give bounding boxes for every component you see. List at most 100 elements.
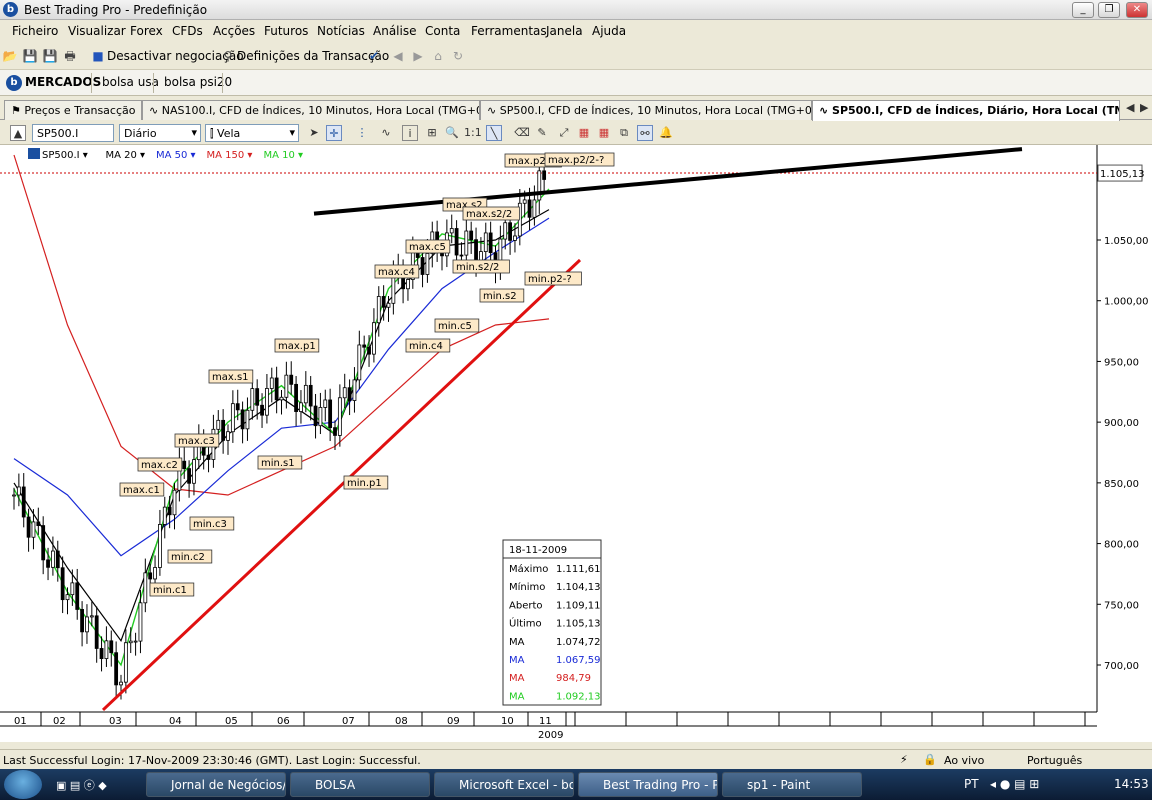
menu-ficheiro[interactable]: Ficheiro (12, 24, 58, 38)
info-row-value: 1.109,11 (556, 600, 601, 611)
tab-scroll-left-icon[interactable]: ◀ (1126, 101, 1134, 114)
menu-noticias[interactable]: Notícias (317, 24, 365, 38)
grid-icon[interactable]: ⋮ (354, 125, 370, 141)
info-row-value: 1.067,59 (556, 655, 601, 666)
menu-conta[interactable]: Conta (425, 24, 460, 38)
trendline-icon[interactable]: ╲ (486, 125, 502, 141)
doc-tab-prices[interactable]: ⚑ Preços e Transacção (4, 100, 142, 120)
home-icon[interactable]: ⌂ (430, 48, 446, 64)
candle-icon: ⫿ (210, 127, 218, 140)
doc-tab-nas100[interactable]: ∿ NAS100.I, CFD de Índices, 10 Minutos, … (142, 100, 480, 120)
chart-area[interactable]: 1.050,00 1.000,00 950,00 900,00 850,00 800,00… (0, 145, 1152, 742)
indicator-icon[interactable]: ∿ (378, 125, 394, 141)
save-icon[interactable]: 💾 (22, 48, 38, 64)
candle-body (245, 409, 250, 430)
taskbar-item-paint[interactable]: sp1 - Paint (722, 772, 862, 797)
start-button[interactable] (4, 770, 42, 799)
period-select[interactable]: Diário ▾ (119, 124, 201, 142)
expand-icon[interactable]: ⤢ (556, 125, 572, 141)
doc-tab-sp500-daily-label: SP500.I, CFD de Índices, Diário, Hora Lo… (832, 104, 1119, 117)
symbol-input[interactable]: SP500.I (32, 124, 114, 142)
candle-body (381, 296, 386, 308)
menu-accoes[interactable]: Acções (213, 24, 255, 38)
zoom-reset-icon[interactable]: 1:1 (464, 125, 482, 141)
clock: 14:53 (1114, 777, 1149, 791)
x-tick-label: 02 (53, 716, 66, 727)
style-value: Vela (217, 127, 241, 140)
print-icon[interactable]: 🖶 (62, 48, 78, 64)
collapse-up-icon[interactable]: ▲ (10, 125, 26, 141)
candle-body (21, 486, 26, 518)
properties-icon[interactable]: ▦ (596, 125, 612, 141)
annotation-label: min.s2 (483, 291, 517, 302)
annotation-label: max.p1 (278, 341, 316, 352)
x-tick-label: 03 (109, 716, 122, 727)
language-indicator[interactable]: PT (964, 777, 979, 791)
candle-body (386, 302, 391, 308)
candle-body (527, 199, 532, 218)
menu-forex[interactable]: Forex (130, 24, 163, 38)
doc-tab-sp500-10min[interactable]: ∿ SP500.I, CFD de Índices, 10 Minutos, H… (480, 100, 812, 120)
menu-futuros[interactable]: Futuros (264, 24, 308, 38)
candle-body (16, 486, 21, 496)
tab-scroll-right-icon[interactable]: ▶ (1140, 101, 1148, 114)
lock-icon: 🔒 (923, 753, 937, 766)
workspace-tab-bolsa-usa[interactable]: bolsa usa (102, 75, 159, 89)
menu-ferramentas[interactable]: Ferramentas (471, 24, 547, 38)
cursor-icon[interactable]: ➤ (306, 125, 322, 141)
candle-body (167, 506, 172, 516)
doc-tab-nas100-label: NAS100.I, CFD de Índices, 10 Minutos, Ho… (161, 104, 480, 117)
minimize-button[interactable]: _ (1072, 2, 1094, 18)
menu-cfds[interactable]: CFDs (172, 24, 203, 38)
data-window-icon[interactable]: ⊞ (424, 125, 440, 141)
price-chart[interactable]: 1.050,00 1.000,00 950,00 900,00 850,00 800,00… (0, 145, 1152, 742)
maximize-button[interactable]: ❐ (1098, 2, 1120, 18)
tab-divider (222, 73, 223, 93)
menu-ajuda[interactable]: Ajuda (592, 24, 626, 38)
crosshair-icon[interactable]: ✛ (326, 125, 342, 141)
x-tick-label: 08 (395, 716, 408, 727)
taskbar-item-excel[interactable]: Microsoft Excel - bo... (434, 772, 574, 797)
taskbar-item-bolsa[interactable]: BOLSA (290, 772, 430, 797)
link-icon[interactable]: ⚯ (637, 125, 653, 141)
y-tick-label: 850,00 (1104, 479, 1139, 490)
open-folder-icon[interactable]: 📂 (2, 48, 18, 64)
check-icon[interactable]: ✔ (366, 48, 382, 64)
stop-trading-icon[interactable]: ■ (90, 48, 106, 64)
y-tick-label: 1.000,00 (1104, 297, 1149, 308)
annotation-label: max.p2/2-? (548, 155, 604, 166)
window-title: Best Trading Pro - Predefinição (24, 3, 208, 17)
settings-pin-icon[interactable]: ⚲ (220, 48, 236, 64)
candle-body (522, 199, 527, 204)
copy-icon[interactable]: ⧉ (616, 125, 632, 141)
taskbar-item-jornal[interactable]: Jornal de Negócios/... (146, 772, 286, 797)
candle-body (483, 232, 488, 252)
zoom-icon[interactable]: 🔍 (444, 125, 460, 141)
save-as-icon[interactable]: 💾 (42, 48, 58, 64)
draw-tools-icon[interactable]: ✎ (534, 125, 550, 141)
menu-janela[interactable]: Janela (546, 24, 583, 38)
info-icon[interactable]: i (402, 125, 418, 141)
refresh-icon[interactable]: ↻ (450, 48, 466, 64)
tray-icons[interactable]: ◂ ● ▤ ⊞ (990, 777, 1039, 791)
tab-icon: ⚑ (11, 104, 25, 117)
x-tick-label: 05 (225, 716, 238, 727)
eraser-icon[interactable]: ⌫ (514, 125, 530, 141)
forward-icon[interactable]: ▶ (410, 48, 426, 64)
candle-body (308, 384, 313, 407)
template-icon[interactable]: ▦ (576, 125, 592, 141)
quicklaunch-icons[interactable]: ▣ ▤ ⓔ ◆ (56, 777, 107, 793)
menu-visualizar[interactable]: Visualizar (68, 24, 126, 38)
info-row-value: 1.104,13 (556, 582, 601, 593)
alert-bell-icon[interactable]: 🔔 (658, 125, 674, 141)
document-tabs: ⚑ Preços e Transacção ∿ NAS100.I, CFD de… (0, 98, 1152, 121)
doc-tab-sp500-daily[interactable]: ∿ SP500.I, CFD de Índices, Diário, Hora … (812, 100, 1120, 121)
workspace-tab-mercados[interactable]: MERCADOS (25, 75, 101, 89)
menu-analise[interactable]: Análise (373, 24, 416, 38)
workspace-tabs: b MERCADOS bolsa usa bolsa psi20 (0, 70, 1152, 96)
style-select[interactable]: ⫿ Vela ▾ (205, 124, 299, 142)
close-button[interactable]: ✕ (1126, 2, 1148, 18)
taskbar-item-best-trading[interactable]: Best Trading Pro - P... (578, 772, 718, 797)
back-icon[interactable]: ◀ (390, 48, 406, 64)
candle-body (70, 582, 75, 596)
